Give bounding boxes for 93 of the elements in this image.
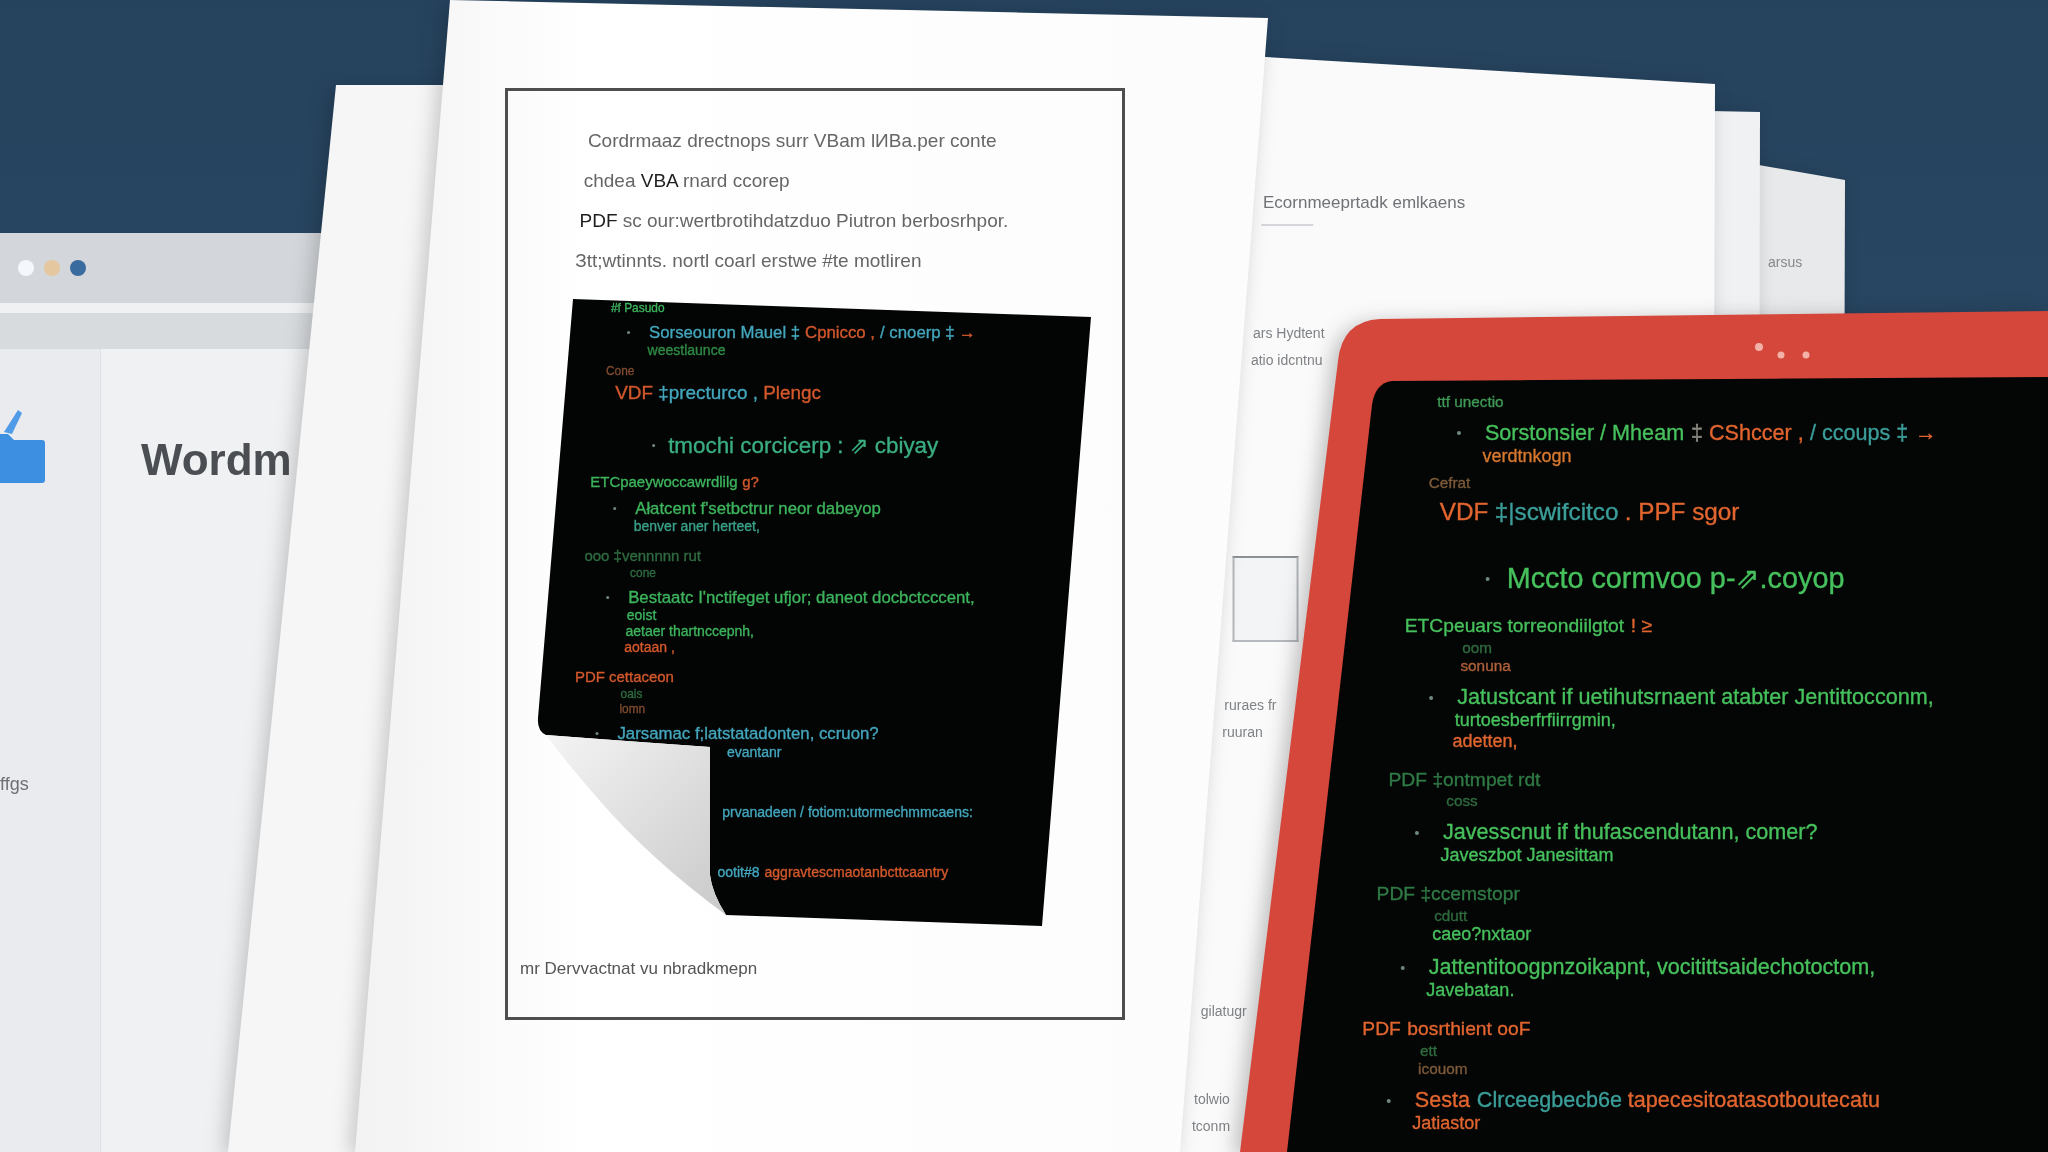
page-text: gilatugr — [1200, 1002, 1247, 1021]
bullet-icon — [606, 596, 610, 600]
code-text: Javesscnut if thufascendutann, comer? — [1443, 820, 1818, 845]
code-text: Cefrat — [1428, 475, 1471, 492]
code-text: aggravtescmaotanbcttcaantry — [764, 865, 949, 881]
page-text: ruuran — [1222, 723, 1263, 742]
code-text: cone — [629, 567, 656, 580]
code-text: eoist — [626, 608, 657, 624]
window-control-icon[interactable] — [70, 260, 86, 276]
code-text: weestlaunce — [647, 342, 726, 359]
code-text: / cnoerp ‡ — [879, 322, 955, 343]
code-text: Clrceegbecb6e — [1476, 1088, 1622, 1114]
page-text: arsus — [1768, 254, 1803, 270]
code-text: #f Pasudo — [610, 302, 665, 315]
code-text: CShccer , — [1709, 420, 1804, 446]
code-text: ЕТСpeuars torreondiilgtot — [1404, 613, 1625, 637]
page-text: tconm — [1191, 1117, 1231, 1136]
code-text: oais — [620, 688, 643, 701]
code-text: cdutt — [1434, 907, 1468, 924]
code-text: aotaan , — [624, 640, 675, 656]
code-text: ‡|scwifcitco — [1495, 496, 1619, 526]
code-text: VDF — [615, 381, 654, 405]
code-text: benver aner herteet, — [633, 519, 760, 535]
code-text: verdtnkogn — [1482, 446, 1572, 467]
bullet-icon — [1457, 431, 1462, 436]
intro-paragraph: Cordrmaaz drectnops surr VBam lИBa.per conte chdea VBA rnard ccorep PDF sc our:wertbrotihdatzduo Piutron berbosrhpor. Зtt;wtinnts. nortl coarl erstwe #te motliren — [574, 129, 1010, 273]
sensor-dot-icon — [1755, 343, 1763, 351]
bullet-icon — [1429, 695, 1434, 700]
bullet-icon — [1415, 830, 1420, 835]
code-text: ttf unectio — [1437, 394, 1504, 411]
code-text: Sorseouron Mauel ‡ — [648, 322, 801, 343]
bullet-icon — [1485, 576, 1490, 581]
code-text: PDF ‡ontmpet rdt — [1388, 767, 1541, 791]
code-text: lomn — [619, 703, 646, 716]
sidebar-label[interactable]: ffgs — [0, 774, 29, 795]
sensor-dot-icon — [1802, 351, 1810, 359]
code-text: → — [959, 322, 977, 343]
code-text: ootit#8 — [717, 865, 760, 881]
code-text: caeo?nxtaor — [1432, 924, 1532, 945]
code-text: adetten, — [1452, 731, 1518, 752]
code-text: ‡precturco , — [658, 381, 758, 405]
code-text: g? — [742, 472, 760, 491]
code-text: Plengc — [762, 381, 821, 405]
code-text: icouom — [1418, 1061, 1468, 1078]
code-text: . PPF sgor — [1625, 496, 1740, 526]
code-text: oom — [1462, 639, 1493, 656]
code-text: ‡ — [1690, 420, 1703, 446]
code-text: coss — [1446, 793, 1478, 810]
bullet-icon — [595, 732, 599, 736]
code-text: → — [1914, 420, 1937, 446]
code-text: tmochi corcicerp : ⇗ cbiyay — [668, 432, 939, 461]
code-text: Jatiastor — [1412, 1114, 1481, 1134]
code-text: aetaer thartnccepnh, — [625, 624, 754, 640]
page-text: atio idcntnu — [1250, 351, 1323, 370]
code-text: sonuna — [1460, 658, 1511, 675]
code-text: tapecesitoatasotboutecatu — [1628, 1088, 1881, 1114]
code-text: Jatustcant if uetihutsrnaent atabter Jentittocconm, — [1457, 685, 1934, 710]
code-text: Cone — [606, 365, 635, 378]
code-text: Javebatan. — [1426, 980, 1515, 1001]
code-text: Sorstonsier / Mheam — [1485, 420, 1685, 446]
bullet-icon — [613, 507, 617, 511]
code-text: Jarsamac f;latstatadonten, ccruon? — [617, 723, 879, 744]
code-text: ooo ‡vennnnn rut — [584, 547, 701, 566]
document-heading: Wordm — [141, 434, 292, 486]
bullet-icon — [627, 331, 631, 335]
code-text: prvanadeen / fotiom:utormechmmcaens: — [722, 804, 974, 821]
code-text: turtoesberfrfiirrgmin, — [1455, 710, 1617, 731]
code-text: Bestaatc I'nctifeget ufjor; daneot docbctcccent, — [628, 588, 975, 608]
code-text: ett — [1420, 1042, 1438, 1059]
code-text: Sesta — [1415, 1088, 1471, 1114]
page-caption: mr Dervvactnat vu nbradkmepn — [520, 959, 758, 979]
code-text: bosrthient ooF — [1407, 1016, 1531, 1040]
page-heading: Ecornmeeprtadk emlkaens — [1263, 192, 1466, 214]
sensor-dot-icon — [1777, 351, 1785, 359]
code-text: PDF cettaceon — [574, 668, 674, 687]
page-text: ars Hydtent — [1252, 324, 1325, 343]
page-text: tolwio — [1194, 1090, 1230, 1109]
bullet-icon — [1387, 1098, 1392, 1103]
code-text: evantanr — [727, 744, 782, 761]
code-text: ! ≥ — [1630, 613, 1652, 637]
code-text: Javeszbot Janesittam — [1440, 845, 1614, 866]
code-text: PDF — [1362, 1016, 1401, 1040]
code-text: Ałatcent f'setbctrur neor dabeyop — [635, 499, 881, 519]
bullet-icon — [651, 444, 655, 448]
code-text: Mccto cormvoo p-⇗.coyop — [1506, 561, 1845, 597]
code-text: Jattentitoogpnzoikapnt, vocitittsaidechotoctom, — [1429, 955, 1876, 980]
code-text: VDF — [1440, 496, 1489, 526]
code-text: ЕТСpaeywoccawrdlilg — [590, 472, 738, 491]
bullet-icon — [1401, 965, 1406, 970]
code-text: PDF ‡ccemstopr — [1376, 881, 1520, 905]
code-text: / ccoups ‡ — [1810, 420, 1909, 446]
code-text: Cpnicco , — [804, 322, 875, 343]
page-text: ruraes fr — [1224, 696, 1277, 715]
